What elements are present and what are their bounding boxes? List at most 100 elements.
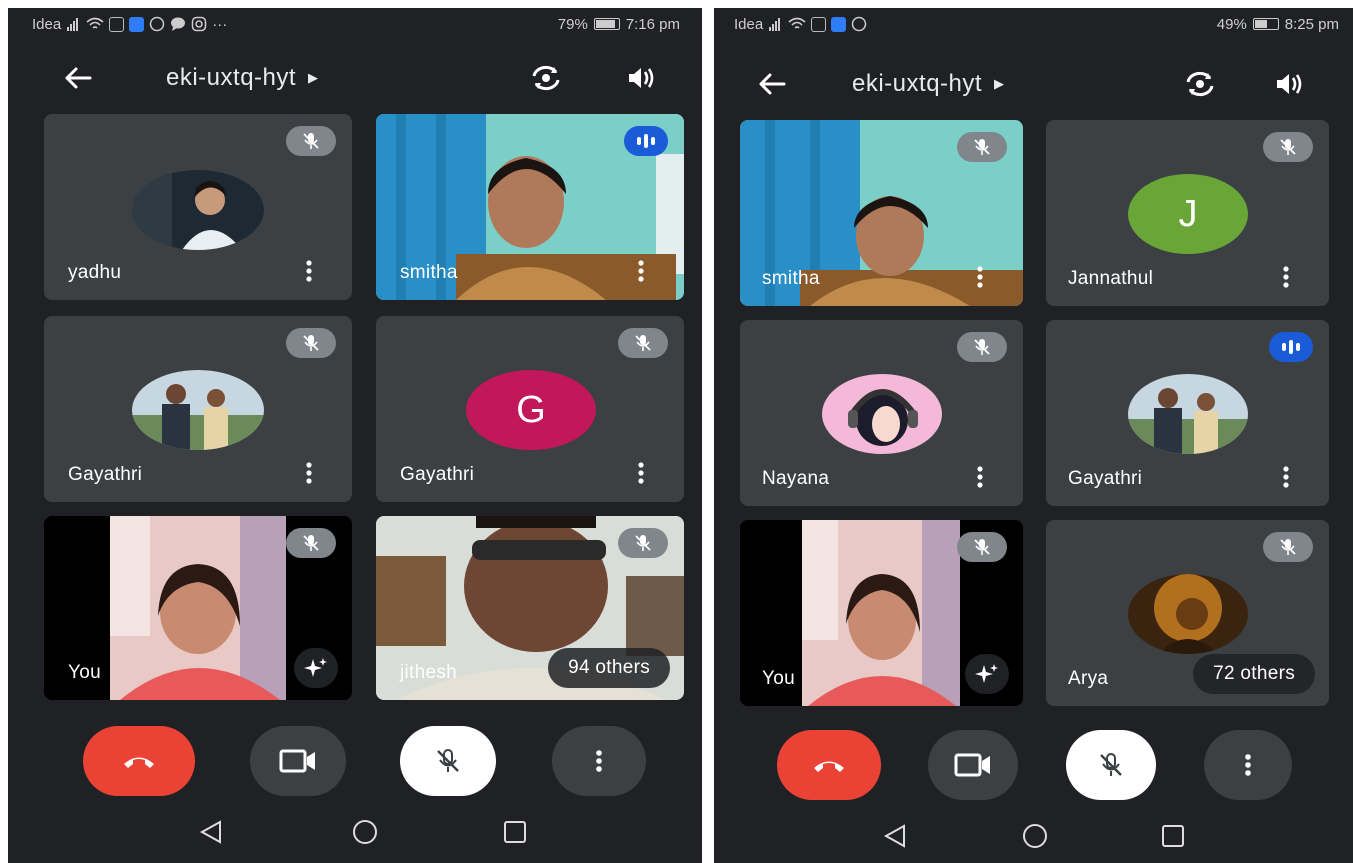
participant-name: smitha [762,268,820,289]
more-options-button[interactable] [552,726,646,796]
participant-name: Arya [1068,668,1109,689]
self-view-tile[interactable]: You [44,516,352,700]
square-recents-icon[interactable] [1158,821,1188,851]
battery-percent: 49% [1216,15,1247,33]
whatsapp-icon [851,16,867,32]
battery-icon [593,18,620,30]
more-vert-icon[interactable] [1277,264,1295,290]
more-vert-icon[interactable] [1277,464,1295,490]
signal-icon [67,17,79,31]
avatar [132,370,264,450]
more-vert-icon [1245,754,1251,776]
more-vert-icon[interactable] [971,464,989,490]
microphone-toggle-button[interactable] [400,726,496,796]
self-view-tile[interactable]: You [740,520,1023,706]
participant-name: You [68,662,101,683]
meeting-code-button[interactable]: eki-uxtq-hyt ▶ [166,64,319,92]
circle-home-icon[interactable] [1020,821,1050,851]
carrier-name: Idea [32,15,62,33]
flip-camera-icon[interactable] [1182,66,1218,102]
participant-name: Gayathri [400,464,475,485]
speaker-icon[interactable] [622,60,658,96]
mic-muted-badge [957,332,1007,362]
signal-icon [769,17,781,31]
avatar [822,374,942,454]
sparkle-icon [975,664,998,683]
speaking-indicator [1269,332,1313,362]
sparkle-icon [304,658,327,677]
effects-button[interactable] [294,648,338,688]
meeting-code: eki-uxtq-hyt [852,70,983,97]
android-navigation-bar [714,803,1353,863]
mic-off-icon [437,749,459,772]
meeting-code: eki-uxtq-hyt [166,64,297,91]
participant-tile[interactable]: Nayana [740,320,1023,506]
instagram-icon [191,16,207,32]
participant-tile[interactable]: yadhu [44,114,352,300]
arrow-left-icon[interactable] [754,66,790,102]
more-vert-icon[interactable] [300,460,318,486]
app-notification-icon [129,16,145,32]
microphone-toggle-button[interactable] [1066,730,1156,800]
camera-toggle-button[interactable] [250,726,346,796]
effects-button[interactable] [965,654,1009,694]
caret-right-icon: ▶ [994,76,1005,91]
flip-camera-icon[interactable] [528,60,564,96]
left-phone-screen: Idea ··· 79% 7:16 pm eki-uxtq-hyt ▶ yadh… [8,8,702,863]
notification-icon [811,16,827,32]
wifi-icon [86,17,104,29]
mic-muted-badge [618,328,668,358]
app-notification-icon [831,16,847,32]
participant-tile[interactable]: G Gayathri [376,316,684,502]
participant-tile[interactable]: smitha [740,120,1023,306]
battery-percent: 79% [557,15,588,33]
participant-tile[interactable]: Gayathri [44,316,352,502]
participant-tile[interactable]: jithesh 94 others [376,516,684,700]
status-bar: Idea ··· 79% 7:16 pm [8,8,702,40]
camera-toggle-button[interactable] [928,730,1018,800]
circle-home-icon[interactable] [350,817,380,847]
participant-name: You [762,668,795,689]
phone-hangup-icon [124,757,154,768]
android-navigation-bar [8,803,702,863]
meeting-header: eki-uxtq-hyt ▶ [714,56,1353,112]
end-call-button[interactable] [777,730,881,800]
speaker-icon[interactable] [1270,66,1306,102]
participant-name: Gayathri [68,464,143,485]
participant-tile[interactable]: smitha [376,114,684,300]
participant-tile[interactable]: Gayathri [1046,320,1329,506]
wifi-icon [788,17,806,29]
more-vert-icon[interactable] [632,460,650,486]
more-vert-icon[interactable] [300,258,318,284]
clock: 8:25 pm [1284,15,1339,33]
video-camera-icon [954,753,990,777]
caret-right-icon: ▶ [308,70,319,85]
others-count-chip[interactable]: 72 others [1193,654,1315,694]
video-camera-icon [279,749,315,773]
message-icon [171,17,186,31]
arrow-left-icon[interactable] [60,60,96,96]
mic-muted-badge [286,528,336,558]
mic-muted-badge [286,328,336,358]
more-options-button[interactable] [1204,730,1292,800]
triangle-back-icon[interactable] [196,817,226,847]
speaking-indicator [624,126,668,156]
mic-muted-badge [957,532,1007,562]
avatar [1128,374,1248,454]
more-notifications-indicator: ··· [212,15,228,33]
end-call-button[interactable] [83,726,195,796]
others-count-chip[interactable]: 94 others [548,648,670,688]
participant-name: yadhu [68,262,122,283]
triangle-back-icon[interactable] [880,821,910,851]
participant-tile[interactable]: Arya 72 others [1046,520,1329,706]
participant-tile[interactable]: J Jannathul [1046,120,1329,306]
mic-muted-badge [286,126,336,156]
participant-name: Jannathul [1068,268,1154,289]
more-vert-icon[interactable] [971,264,989,290]
whatsapp-icon [149,16,165,32]
more-vert-icon[interactable] [632,258,650,284]
meeting-code-button[interactable]: eki-uxtq-hyt ▶ [852,70,1005,98]
avatar [1128,574,1248,654]
avatar-letter: G [466,370,596,450]
square-recents-icon[interactable] [500,817,530,847]
